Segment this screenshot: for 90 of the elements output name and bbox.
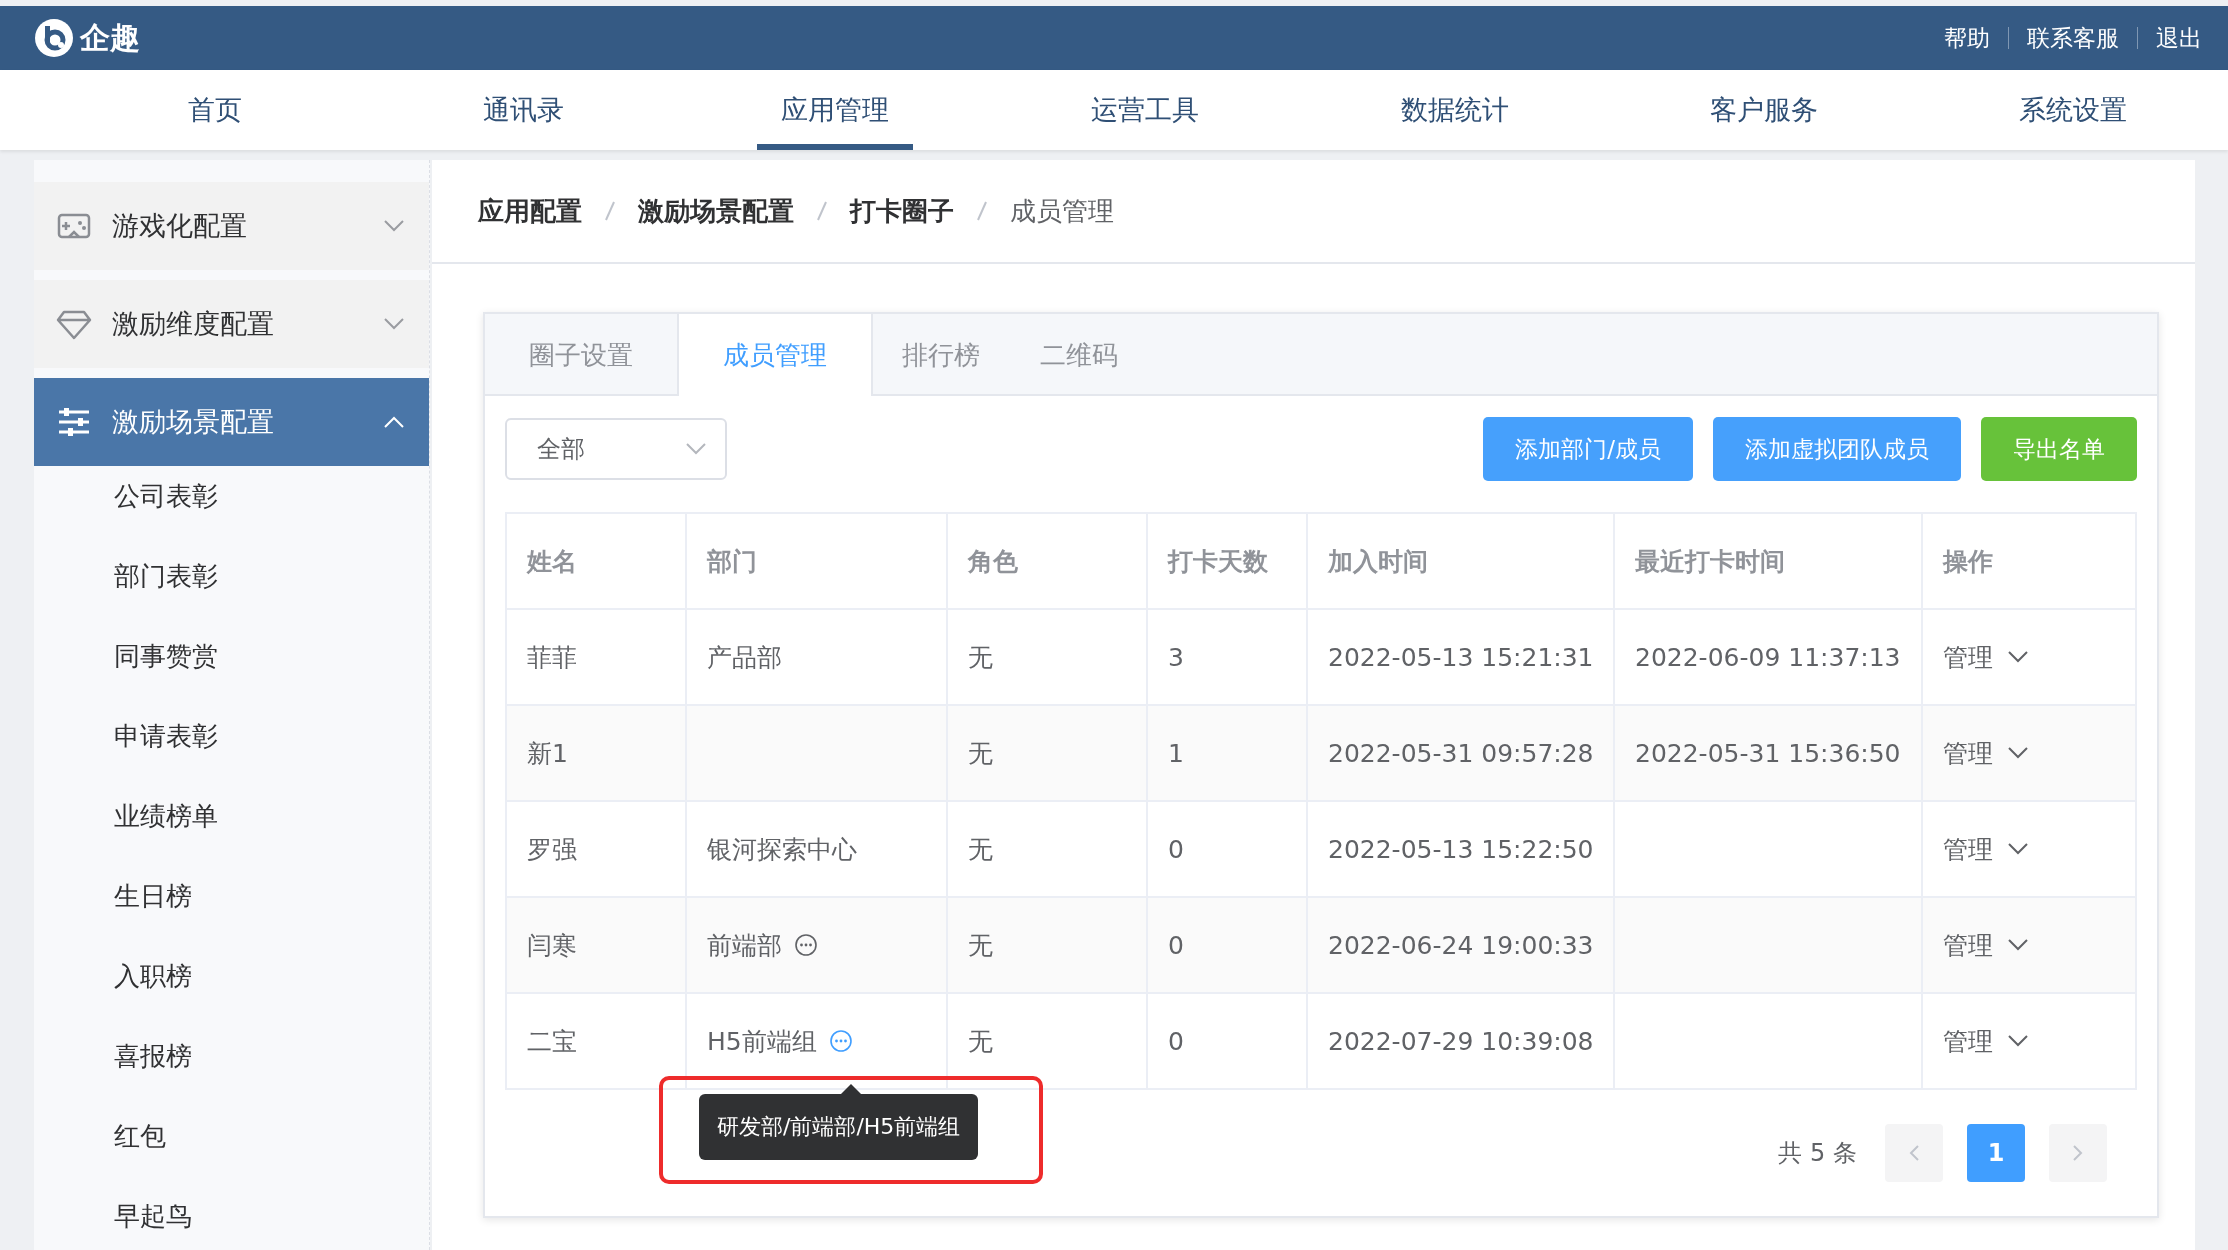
sidebar-item[interactable]: 早起鸟 — [34, 1186, 429, 1250]
header-link[interactable]: 联系客服 — [2027, 22, 2119, 54]
table-cell-text: 罗强 — [527, 833, 577, 866]
manage-dropdown[interactable]: 管理 — [1943, 640, 2029, 674]
manage-dropdown[interactable]: 管理 — [1943, 1024, 2029, 1058]
chevron-down-icon — [2007, 938, 2029, 952]
table-cell-text: 二宝 — [527, 1025, 577, 1058]
sidebar-group-label: 激励维度配置 — [112, 307, 275, 341]
table-cell-text: 无 — [968, 737, 993, 770]
table-cell-text: 无 — [968, 833, 993, 866]
table-cell: 0 — [1168, 834, 1184, 864]
table-cell-text: 无 — [968, 929, 993, 962]
chevron-right-icon — [2072, 1144, 2084, 1162]
brand-name: 企趣 — [80, 18, 140, 57]
table-cell-text: 无 — [968, 1025, 993, 1058]
chevron-left-icon — [1908, 1144, 1920, 1162]
separator-icon — [976, 199, 988, 223]
sidebar-item[interactable]: 生日榜 — [34, 866, 429, 946]
table-cell: 2022-05-31 09:57:28 — [1328, 738, 1594, 768]
sidebar-group-label: 游戏化配置 — [112, 209, 248, 243]
nav-tab[interactable]: 数据统计 — [1300, 70, 1610, 150]
chevron-down-icon — [2007, 842, 2029, 856]
sidebar-item[interactable]: 申请表彰 — [34, 706, 429, 786]
column-header: 最近打卡时间 — [1615, 514, 1923, 608]
separator-icon — [816, 199, 828, 223]
breadcrumb-item[interactable]: 应用配置 — [478, 193, 582, 229]
sidebar-group[interactable]: 游戏化配置 — [34, 182, 429, 270]
more-icon[interactable] — [794, 933, 818, 957]
table-cell: 1 — [1168, 738, 1184, 768]
manage-dropdown[interactable]: 管理 — [1943, 928, 2029, 962]
breadcrumb-item: 成员管理 — [1010, 194, 1114, 228]
chevron-down-icon — [383, 317, 405, 331]
column-header: 打卡天数 — [1148, 514, 1308, 608]
nav-tab[interactable]: 系统设置 — [1918, 70, 2228, 150]
filter-dropdown[interactable]: 全部 — [505, 418, 727, 480]
table-cell: 3 — [1168, 642, 1184, 672]
separator-icon — [604, 199, 616, 223]
table-cell-text: 菲菲 — [527, 641, 577, 674]
chevron-up-icon — [383, 415, 405, 429]
table-cell: 2022-06-24 19:00:33 — [1328, 930, 1594, 960]
sidebar-item[interactable]: 公司表彰 — [34, 466, 429, 546]
total-count: 共 5 条 — [1778, 1138, 1857, 1169]
nav-tab[interactable]: 首页 — [60, 70, 370, 150]
header-link[interactable]: 退出 — [2156, 22, 2202, 54]
nav-tab[interactable]: 运营工具 — [990, 70, 1301, 150]
sidebar-item[interactable]: 业绩榜单 — [34, 786, 429, 866]
table-cell: 0 — [1168, 930, 1184, 960]
table-cell-text: H5前端组 — [707, 1025, 817, 1058]
nav-tab[interactable]: 应用管理 — [756, 70, 913, 150]
column-header: 姓名 — [507, 514, 687, 608]
table-cell-text: 新1 — [527, 737, 568, 770]
chevron-down-icon — [383, 219, 405, 233]
table-cell: 2022-05-13 15:22:50 — [1328, 834, 1594, 864]
manage-dropdown[interactable]: 管理 — [1943, 736, 2029, 770]
table-cell-text: 产品部 — [707, 641, 782, 674]
nav-tab[interactable]: 通讯录 — [369, 70, 679, 150]
logo-icon — [34, 18, 74, 58]
table-cell: 2022-05-31 15:36:50 — [1635, 738, 1901, 768]
table-cell: 0 — [1168, 1026, 1184, 1056]
sidebar-item[interactable]: 部门表彰 — [34, 546, 429, 626]
table-cell-text: 无 — [968, 641, 993, 674]
sidebar-item[interactable]: 红包 — [34, 1106, 429, 1186]
table-cell-text: 银河探索中心 — [707, 833, 857, 866]
chevron-down-icon — [685, 442, 707, 456]
header-link[interactable]: 帮助 — [1944, 22, 1990, 54]
table-cell-text: 闫寒 — [527, 929, 577, 962]
breadcrumb-item[interactable]: 激励场景配置 — [638, 193, 794, 229]
sidebar-item[interactable]: 喜报榜 — [34, 1026, 429, 1106]
chevron-down-icon — [2007, 1034, 2029, 1048]
table-cell-text: 前端部 — [707, 929, 782, 962]
nav-tab[interactable]: 客户服务 — [1609, 70, 1919, 150]
breadcrumb-item[interactable]: 打卡圈子 — [850, 193, 954, 229]
table-cell: 2022-05-13 15:21:31 — [1328, 642, 1594, 672]
column-header: 角色 — [948, 514, 1148, 608]
column-header: 操作 — [1941, 545, 1994, 578]
sidebar-group-label: 激励场景配置 — [112, 405, 275, 439]
manage-dropdown[interactable]: 管理 — [1943, 832, 2029, 866]
tooltip: 研发部/前端部/H5前端组 — [699, 1094, 979, 1160]
sidebar-item[interactable]: 同事赞赏 — [34, 626, 429, 706]
column-header: 部门 — [687, 514, 948, 608]
sidebar-item[interactable]: 入职榜 — [34, 946, 429, 1026]
column-header: 加入时间 — [1308, 514, 1615, 608]
tooltip-arrow — [841, 1084, 861, 1094]
sidebar-group[interactable]: 激励场景配置 — [34, 378, 429, 466]
chevron-down-icon — [2007, 746, 2029, 760]
chevron-down-icon — [2007, 650, 2029, 664]
table-cell: 2022-06-09 11:37:13 — [1635, 642, 1901, 672]
more-icon[interactable] — [828, 1029, 853, 1053]
table-cell: 2022-07-29 10:39:08 — [1328, 1026, 1594, 1056]
sidebar-group[interactable]: 激励维度配置 — [34, 280, 429, 368]
